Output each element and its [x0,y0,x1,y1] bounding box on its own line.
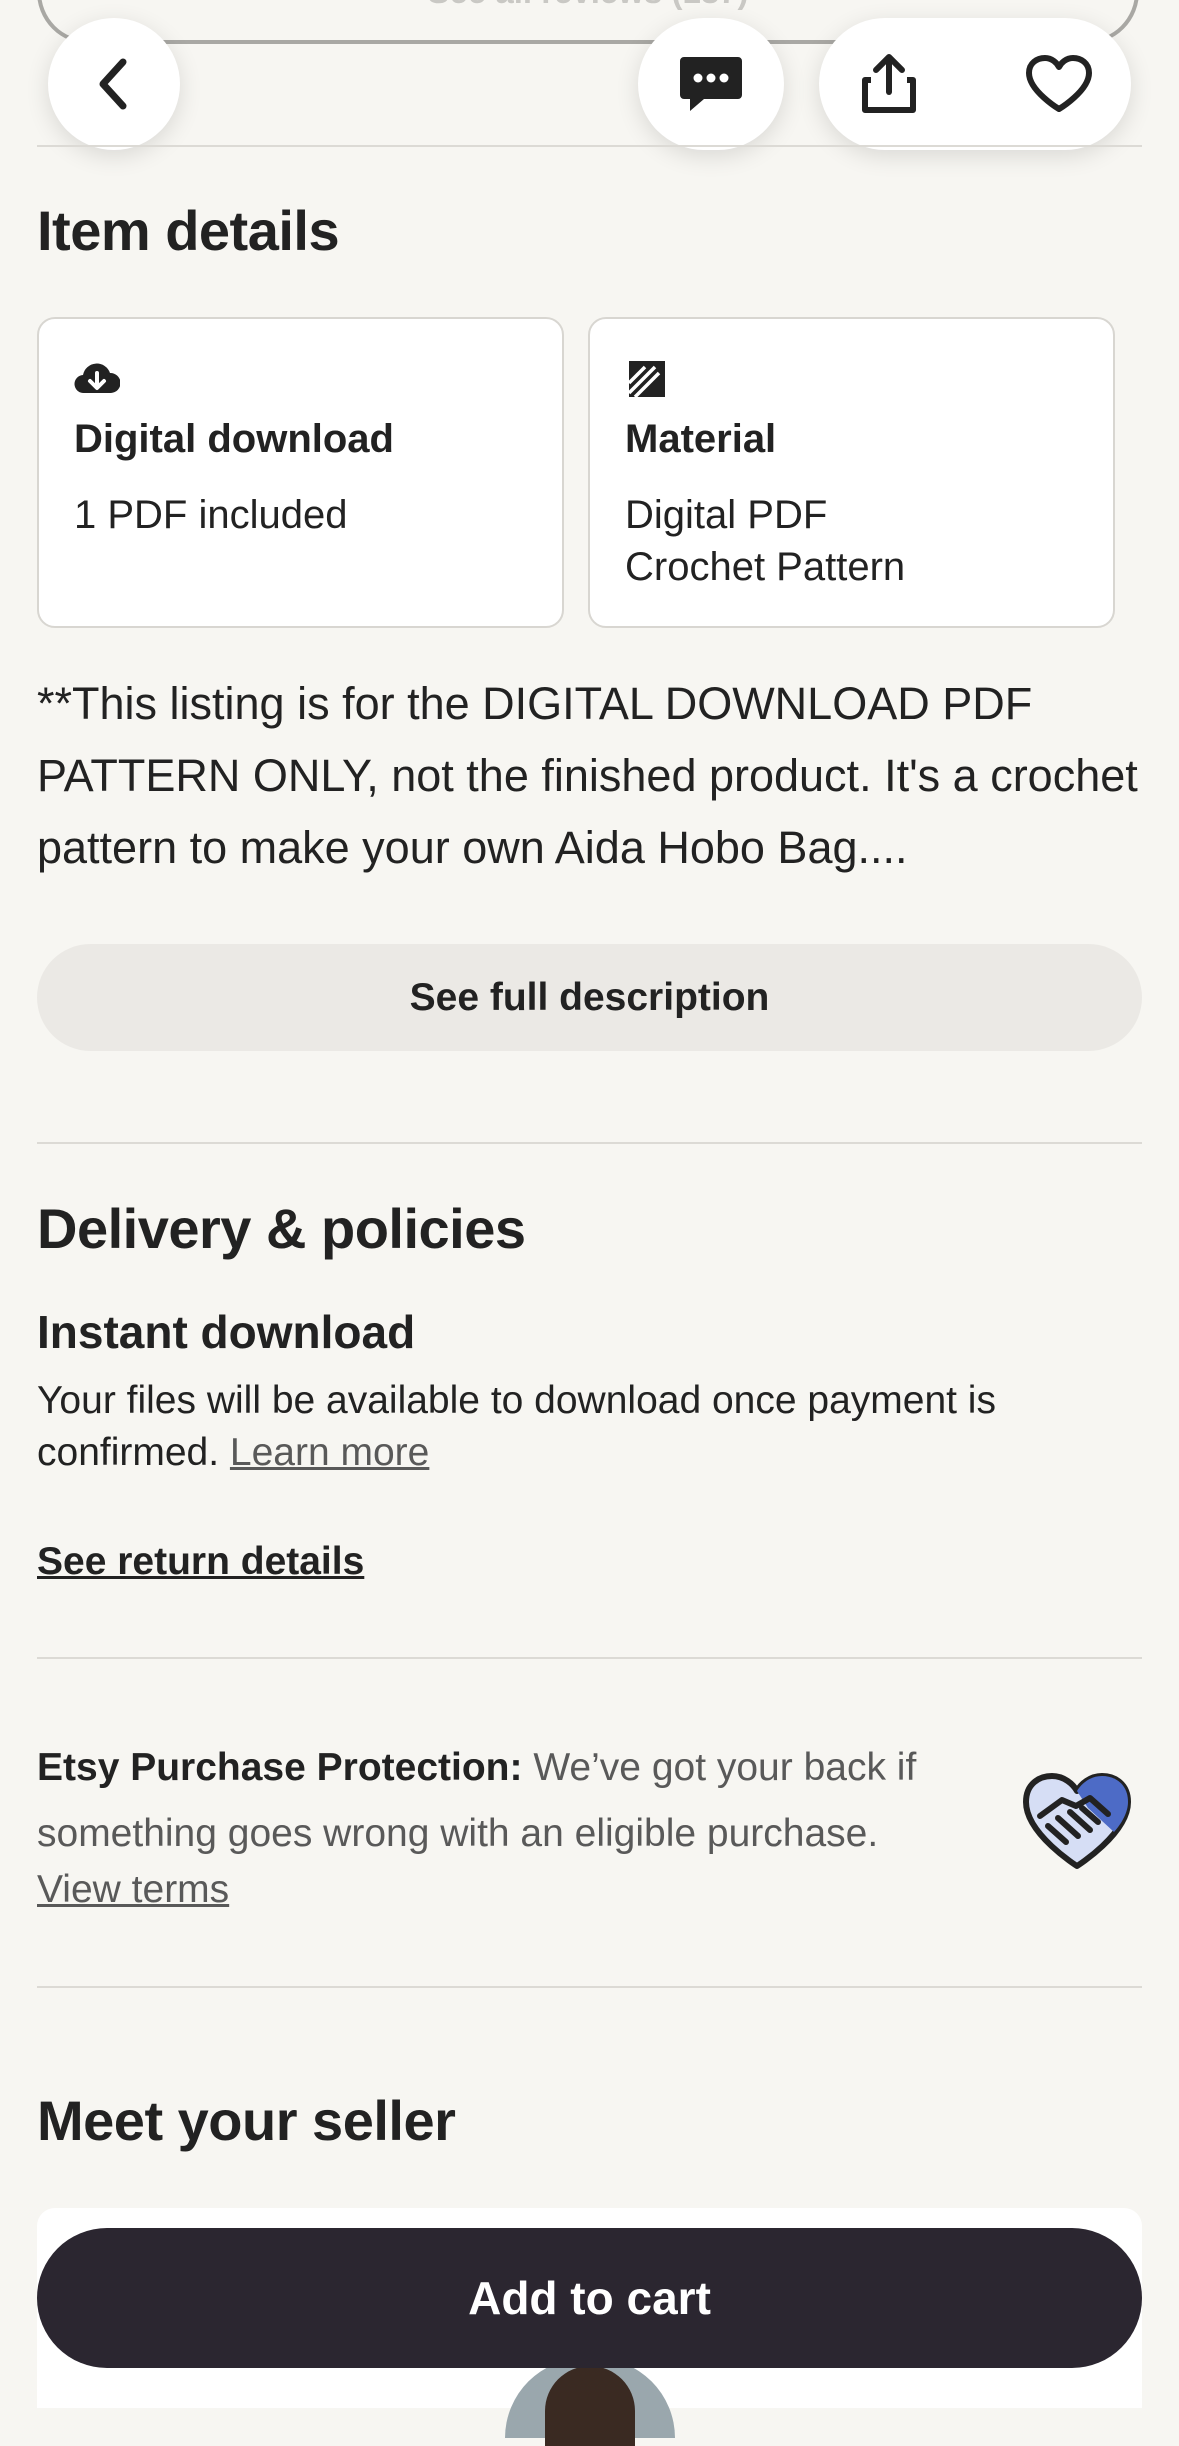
card-body: 1 PDF included [74,493,348,537]
heart-icon [1026,55,1092,112]
section-divider [37,1142,1142,1144]
card-body: Digital PDF Crochet Pattern [625,493,906,589]
instant-download-text: Your files will be available to download… [37,1375,1117,1479]
download-icon [74,363,120,394]
item-description: **This listing is for the DIGITAL DOWNLO… [37,678,1138,873]
share-icon [862,54,916,113]
view-terms-link[interactable]: View terms [37,1868,229,1912]
card-title: Material [625,417,777,461]
instant-download-description: Your files will be available to download… [37,1379,996,1474]
share-button[interactable] [834,29,944,139]
seller-avatar [505,2358,675,2446]
chat-bubble-icon [680,57,742,111]
purchase-protection-title: Etsy Purchase Protection: [37,1746,523,1789]
add-to-cart-button[interactable]: Add to cart [37,2228,1142,2368]
material-icon [627,361,665,399]
favorite-button[interactable] [1004,29,1114,139]
purchase-protection-text: Etsy Purchase Protection: We’ve got your… [37,1735,997,1867]
item-details-heading: Item details [37,199,340,262]
share-favorite-group [819,18,1131,150]
section-divider [37,1657,1142,1659]
learn-more-link[interactable]: Learn more [230,1431,429,1474]
digital-download-card: Digital download 1 PDF included [37,317,564,628]
meet-your-seller-heading: Meet your seller [37,2089,456,2152]
instant-download-heading: Instant download [37,1306,416,1358]
see-return-details-link[interactable]: See return details [37,1540,364,1584]
delivery-policies-heading: Delivery & policies [37,1197,526,1260]
message-seller-button[interactable] [638,18,784,150]
back-button[interactable] [48,18,180,150]
chevron-left-icon [99,58,127,110]
section-divider [37,145,1142,147]
card-title: Digital download [74,417,394,461]
handshake-heart-icon [1023,1773,1131,1869]
see-full-description-button[interactable]: See full description [37,944,1142,1051]
section-divider [37,1986,1142,1988]
material-card: Material Digital PDF Crochet Pattern [588,317,1115,628]
